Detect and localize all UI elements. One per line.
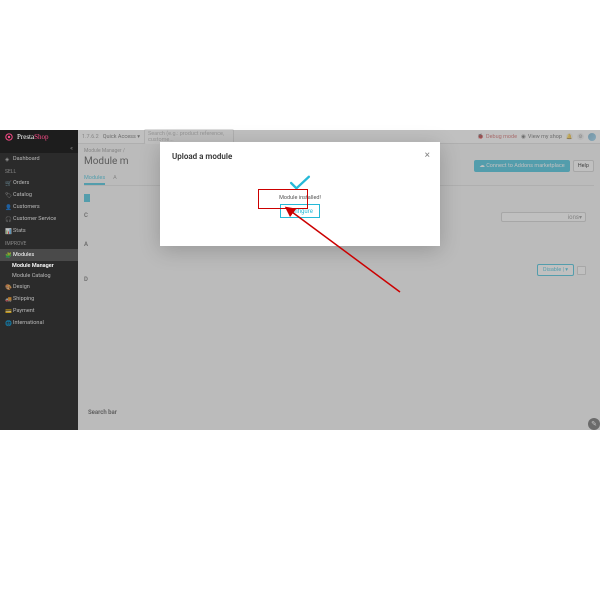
nav-orders[interactable]: 🛒Orders xyxy=(0,177,78,189)
nav-customers[interactable]: 👤Customers xyxy=(0,201,78,213)
sidebar: PrestaShop « ◈Dashboard SELL 🛒Orders 🏷Ca… xyxy=(0,130,78,430)
app-root: PrestaShop « ◈Dashboard SELL 🛒Orders 🏷Ca… xyxy=(0,130,600,430)
cart-icon: 🛒 xyxy=(5,181,10,186)
nav-section-improve: IMPROVE xyxy=(0,237,78,249)
brand-logo[interactable]: PrestaShop xyxy=(0,130,78,144)
configure-button[interactable]: Configure xyxy=(280,204,320,218)
close-icon[interactable]: × xyxy=(425,150,430,161)
dashboard-icon: ◈ xyxy=(5,157,10,162)
chart-icon: 📊 xyxy=(5,229,10,234)
user-icon: 👤 xyxy=(5,205,10,210)
nav-shipping[interactable]: 🚚Shipping xyxy=(0,293,78,305)
checkmark-icon xyxy=(289,175,311,191)
brand-icon xyxy=(5,133,13,141)
nav-module-catalog[interactable]: Module Catalog xyxy=(0,271,78,281)
nav-dashboard[interactable]: ◈Dashboard xyxy=(0,153,78,165)
tag-icon: 🏷 xyxy=(5,193,10,198)
nav-payment[interactable]: 💳Payment xyxy=(0,305,78,317)
modal-title: Upload a module xyxy=(172,152,428,161)
nav-catalog[interactable]: 🏷Catalog xyxy=(0,189,78,201)
nav-modules[interactable]: 🧩Modules xyxy=(0,249,78,261)
puzzle-icon: 🧩 xyxy=(5,253,10,258)
nav-module-manager[interactable]: Module Manager xyxy=(0,261,78,271)
paint-icon: 🎨 xyxy=(5,285,10,290)
brand-text-1: Presta xyxy=(17,133,34,141)
brand-text-2: Shop xyxy=(34,133,48,141)
nav-stats[interactable]: 📊Stats xyxy=(0,225,78,237)
modal-body: Module installed! Configure xyxy=(172,175,428,218)
nav-design[interactable]: 🎨Design xyxy=(0,281,78,293)
sidebar-collapse[interactable]: « xyxy=(0,144,78,153)
installed-message: Module installed! xyxy=(172,195,428,201)
globe-icon: 🌐 xyxy=(5,321,10,326)
truck-icon: 🚚 xyxy=(5,297,10,302)
nav-international[interactable]: 🌐International xyxy=(0,317,78,329)
nav-customer-service[interactable]: 🎧Customer Service xyxy=(0,213,78,225)
card-icon: 💳 xyxy=(5,309,10,314)
upload-module-modal: Upload a module × Module installed! Conf… xyxy=(160,142,440,246)
nav-section-sell: SELL xyxy=(0,165,78,177)
headset-icon: 🎧 xyxy=(5,217,10,222)
